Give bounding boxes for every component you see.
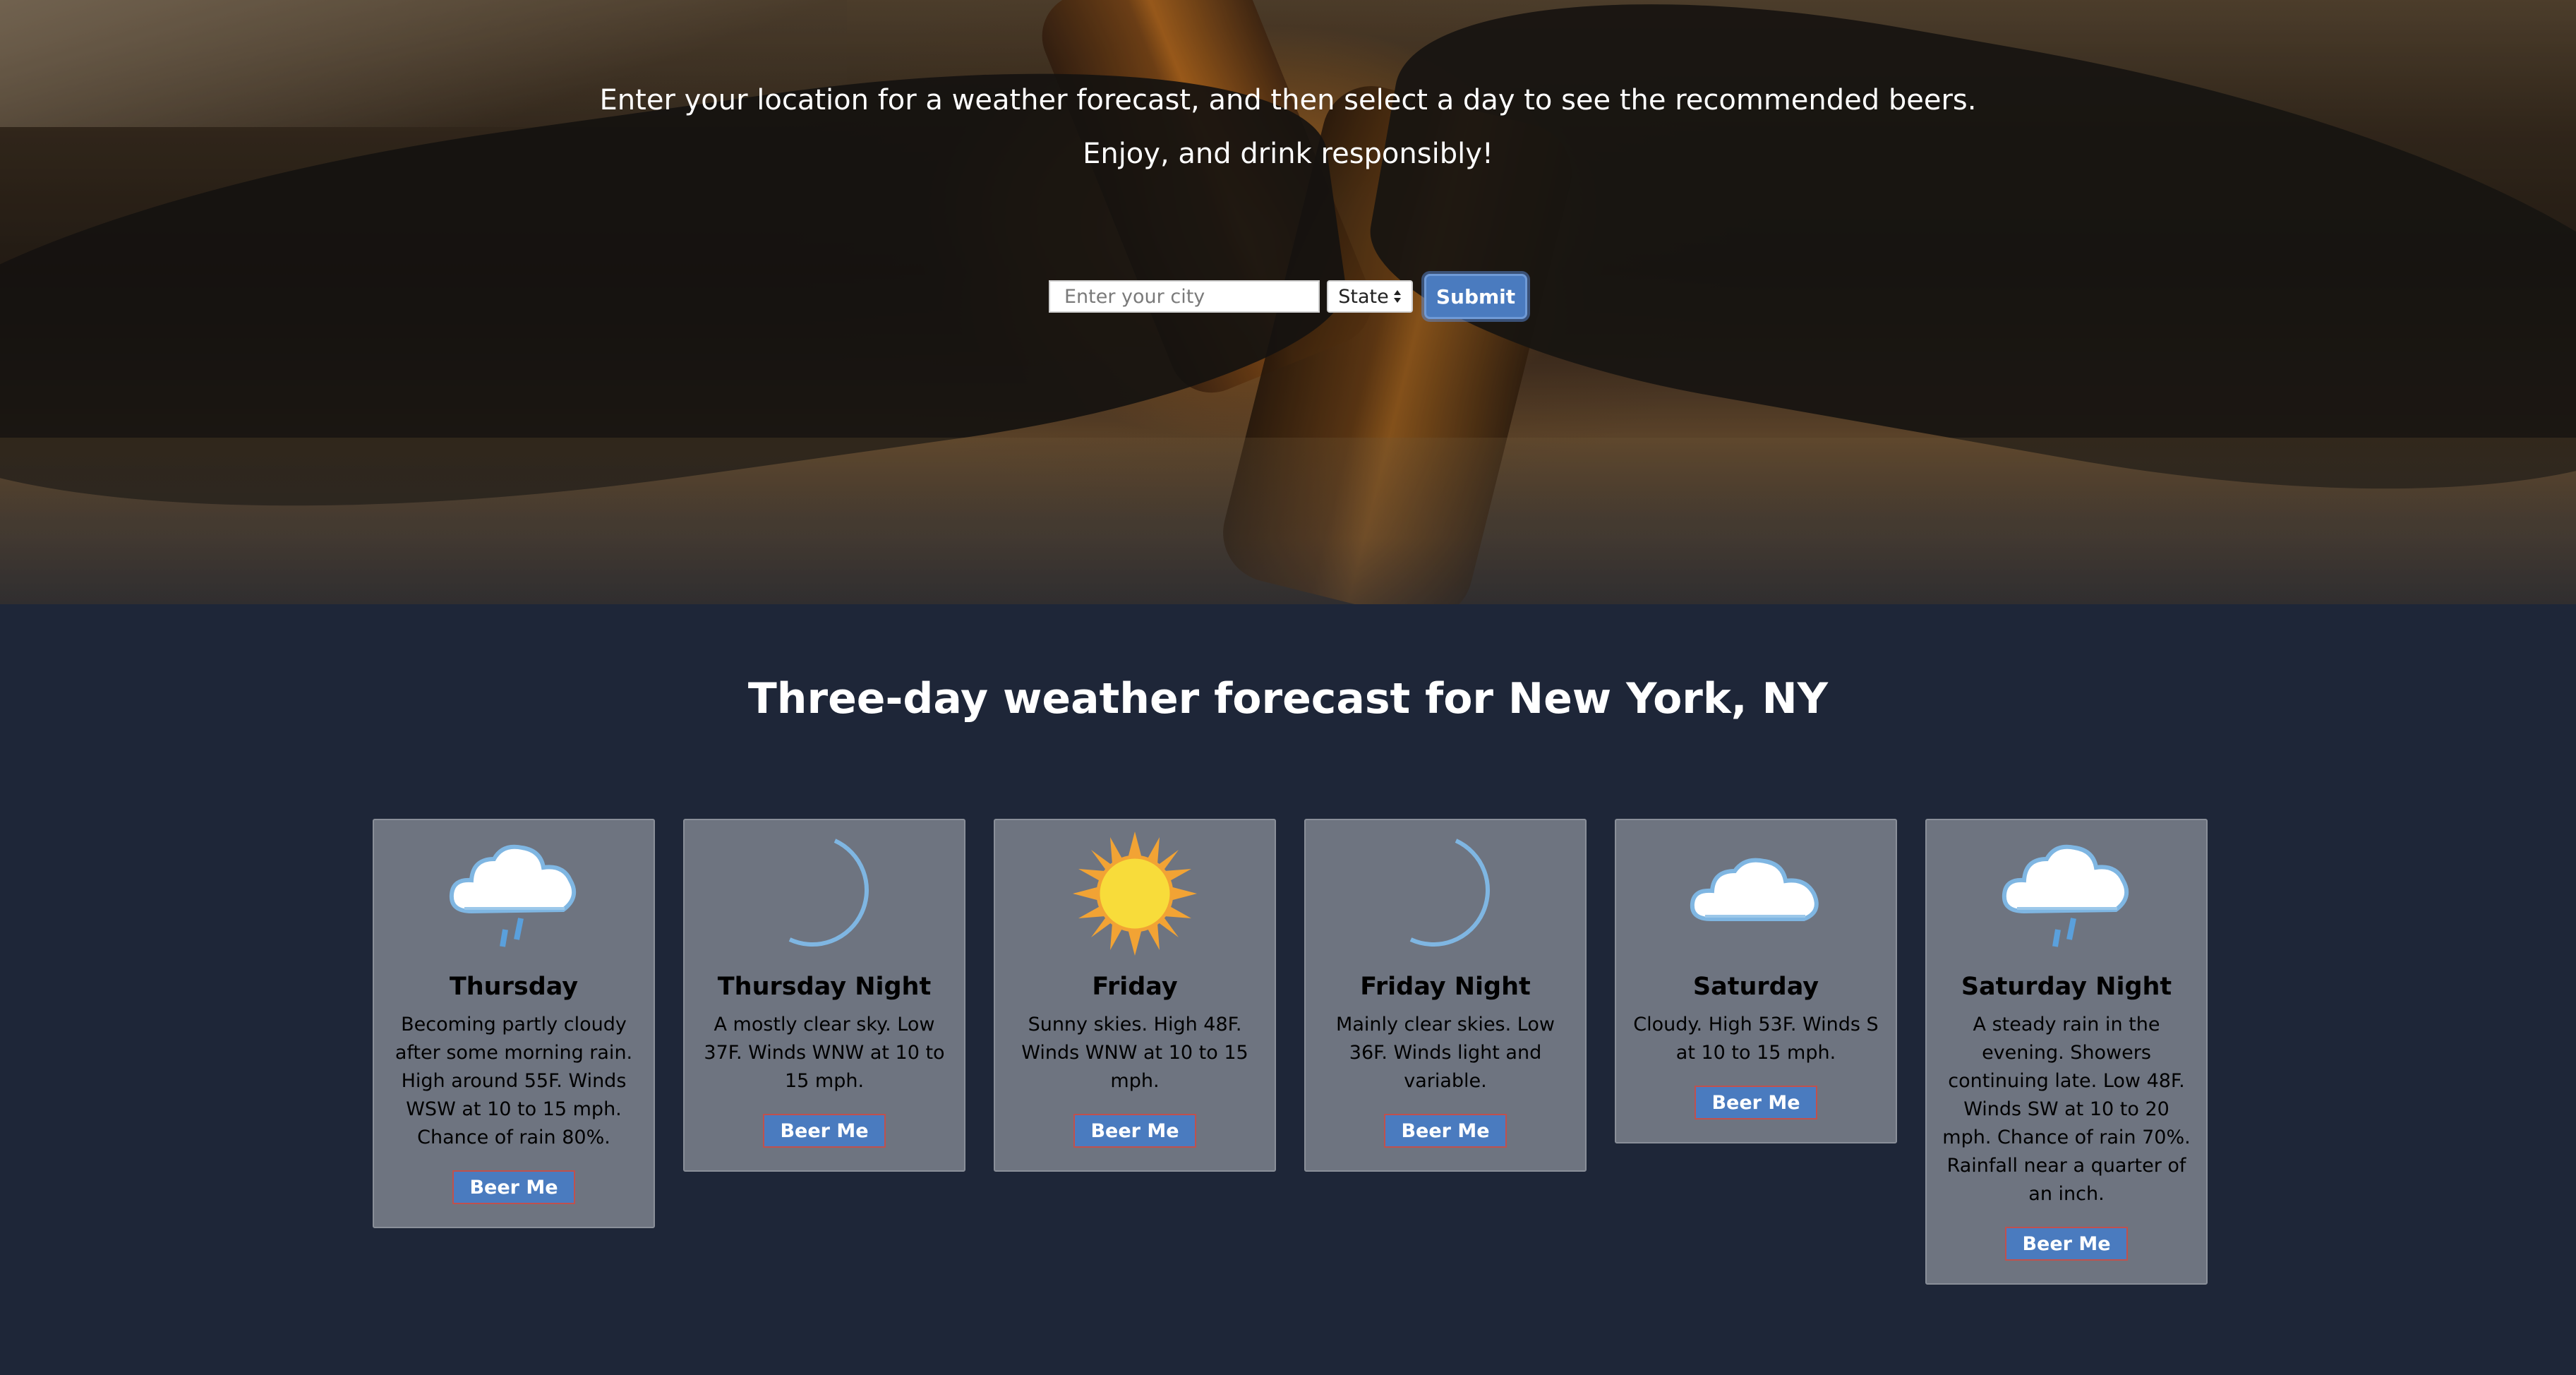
forecast-card: Friday Night Mainly clear skies. Low 36F… bbox=[1304, 819, 1587, 1172]
city-input[interactable] bbox=[1049, 280, 1320, 313]
hero-intro-line-1: Enter your location for a weather foreca… bbox=[599, 84, 1977, 116]
submit-button[interactable]: Submit bbox=[1424, 274, 1527, 319]
forecast-description: Mainly clear skies. Low 36F. Winds light… bbox=[1336, 1014, 1555, 1092]
hero-banner: Enter your location for a weather foreca… bbox=[0, 0, 2576, 604]
beer-me-button[interactable]: Beer Me bbox=[452, 1170, 575, 1204]
forecast-cards: Thursday Becoming partly cloudy after so… bbox=[373, 819, 2208, 1285]
moon-icon bbox=[1321, 830, 1570, 957]
select-arrows-icon bbox=[1393, 289, 1402, 304]
forecast-description: Sunny skies. High 48F. Winds WNW at 10 t… bbox=[1021, 1014, 1248, 1092]
hero-intro-line-2: Enjoy, and drink responsibly! bbox=[1083, 138, 1493, 170]
forecast-day: Friday Night bbox=[1360, 973, 1531, 1001]
forecast-description: A mostly clear sky. Low 37F. Winds WNW a… bbox=[704, 1014, 945, 1092]
location-search-form: State Submit bbox=[0, 274, 2576, 319]
sun-icon bbox=[1011, 830, 1259, 957]
state-select[interactable]: State bbox=[1327, 280, 1413, 313]
beer-me-button[interactable]: Beer Me bbox=[1695, 1086, 1817, 1119]
forecast-card: Friday Sunny skies. High 48F. Winds WNW … bbox=[994, 819, 1276, 1172]
state-select-label: State bbox=[1338, 285, 1389, 308]
forecast-card: Thursday Becoming partly cloudy after so… bbox=[373, 819, 655, 1228]
beer-me-button[interactable]: Beer Me bbox=[2005, 1227, 2128, 1261]
beer-me-button[interactable]: Beer Me bbox=[1073, 1114, 1196, 1148]
forecast-card: Saturday Night A steady rain in the even… bbox=[1925, 819, 2208, 1285]
moon-icon bbox=[700, 830, 949, 957]
rain-cloud-icon bbox=[390, 830, 638, 957]
forecast-title: Three-day weather forecast for New York,… bbox=[747, 674, 1829, 723]
forecast-card: Saturday Cloudy. High 53F. Winds S at 10… bbox=[1615, 819, 1897, 1143]
forecast-day: Friday bbox=[1092, 973, 1178, 1001]
beer-me-button[interactable]: Beer Me bbox=[1384, 1114, 1507, 1148]
forecast-day: Thursday bbox=[449, 973, 579, 1001]
forecast-day: Saturday Night bbox=[1961, 973, 2172, 1001]
cloud-icon bbox=[1632, 830, 1880, 957]
forecast-description: A steady rain in the evening. Showers co… bbox=[1942, 1014, 2191, 1205]
forecast-day: Saturday bbox=[1692, 973, 1819, 1001]
rain-cloud-icon bbox=[1942, 830, 2191, 957]
beer-me-button[interactable]: Beer Me bbox=[763, 1114, 886, 1148]
forecast-description: Cloudy. High 53F. Winds S at 10 to 15 mp… bbox=[1633, 1014, 1879, 1064]
hero-intro: Enter your location for a weather foreca… bbox=[0, 73, 2576, 181]
forecast-day: Thursday Night bbox=[717, 973, 932, 1001]
forecast-description: Becoming partly cloudy after some mornin… bbox=[395, 1014, 633, 1148]
forecast-card: Thursday Night A mostly clear sky. Low 3… bbox=[683, 819, 965, 1172]
